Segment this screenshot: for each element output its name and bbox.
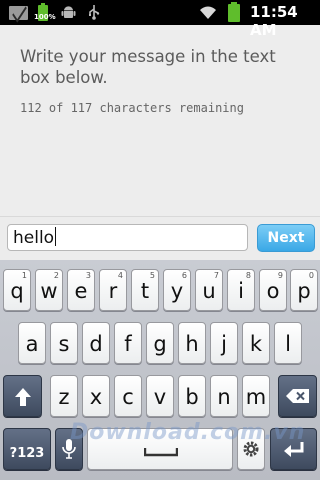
- key-label: l: [285, 332, 291, 356]
- watermark: Download.com.vn: [70, 420, 306, 445]
- key-label: d: [89, 332, 103, 356]
- character-counter: 112 of 117 characters remaining: [20, 101, 244, 115]
- mail-icon: [9, 6, 28, 20]
- key-j[interactable]: j: [210, 322, 238, 364]
- key-b[interactable]: b: [178, 375, 206, 417]
- key-label: v: [153, 385, 167, 409]
- key-l[interactable]: l: [274, 322, 302, 364]
- next-button[interactable]: Next: [257, 224, 315, 252]
- key-a[interactable]: a: [18, 322, 46, 364]
- shift-key[interactable]: [3, 375, 42, 417]
- delete-key[interactable]: [278, 375, 317, 417]
- key-label: q: [10, 279, 24, 303]
- key-hint: 4: [117, 271, 123, 280]
- key-g[interactable]: g: [146, 322, 174, 364]
- key-label: t: [140, 279, 150, 303]
- key-o[interactable]: 9o: [259, 269, 287, 311]
- key-label: h: [185, 332, 199, 356]
- soft-keyboard: 1q 2w 3e 4r 5t 6y 7u 8i 9o 0p a s d f g …: [0, 260, 320, 480]
- key-n[interactable]: n: [210, 375, 238, 417]
- android-icon: [61, 6, 76, 18]
- key-label: a: [25, 332, 39, 356]
- key-r[interactable]: 4r: [99, 269, 127, 311]
- key-e[interactable]: 3e: [67, 269, 95, 311]
- battery-small-percent: 100%: [34, 13, 56, 21]
- clock: 11:54 AM: [250, 3, 298, 39]
- key-t[interactable]: 5t: [131, 269, 159, 311]
- instruction-text: Write your message in the text box below…: [20, 47, 276, 87]
- key-label: r: [108, 279, 118, 303]
- key-label: g: [153, 332, 167, 356]
- key-label: x: [89, 385, 103, 409]
- key-c[interactable]: c: [114, 375, 142, 417]
- shift-icon: [15, 388, 31, 406]
- input-row: hello Next: [0, 216, 320, 260]
- delete-icon: [286, 389, 309, 403]
- key-label: s: [58, 332, 70, 356]
- key-label: i: [238, 279, 244, 303]
- key-label: p: [297, 279, 311, 303]
- key-label: u: [202, 279, 216, 303]
- key-label: c: [122, 385, 134, 409]
- message-input[interactable]: hello: [7, 224, 248, 251]
- key-w[interactable]: 2w: [35, 269, 63, 311]
- wifi-icon: [200, 6, 216, 19]
- key-d[interactable]: d: [82, 322, 110, 364]
- key-x[interactable]: x: [82, 375, 110, 417]
- key-label: f: [124, 332, 132, 356]
- symbols-label: ?123: [9, 446, 45, 461]
- key-i[interactable]: 8i: [227, 269, 255, 311]
- key-label: o: [266, 279, 280, 303]
- key-label: e: [74, 279, 88, 303]
- key-m[interactable]: m: [242, 375, 270, 417]
- key-label: n: [217, 385, 231, 409]
- key-label: b: [185, 385, 199, 409]
- key-hint: 5: [149, 271, 155, 280]
- key-u[interactable]: 7u: [195, 269, 223, 311]
- key-label: w: [40, 279, 58, 303]
- key-s[interactable]: s: [50, 322, 78, 364]
- key-f[interactable]: f: [114, 322, 142, 364]
- key-label: m: [245, 385, 267, 409]
- key-label: y: [170, 279, 184, 303]
- usb-icon: [89, 5, 100, 20]
- message-input-value: hello: [13, 228, 55, 248]
- key-k[interactable]: k: [242, 322, 270, 364]
- text-caret: [55, 227, 57, 246]
- status-bar: 100% 11:54 AM: [0, 0, 320, 39]
- key-label: j: [221, 332, 227, 356]
- key-label: z: [58, 385, 70, 409]
- key-q[interactable]: 1q: [3, 269, 31, 311]
- key-hint: 8: [245, 271, 251, 280]
- key-z[interactable]: z: [50, 375, 78, 417]
- key-y[interactable]: 6y: [163, 269, 191, 311]
- key-h[interactable]: h: [178, 322, 206, 364]
- space-icon: [144, 448, 178, 457]
- key-p[interactable]: 0p: [290, 269, 318, 311]
- key-label: k: [249, 332, 263, 356]
- battery-icon: [228, 2, 240, 22]
- symbols-key[interactable]: ?123: [3, 428, 51, 470]
- key-v[interactable]: v: [146, 375, 174, 417]
